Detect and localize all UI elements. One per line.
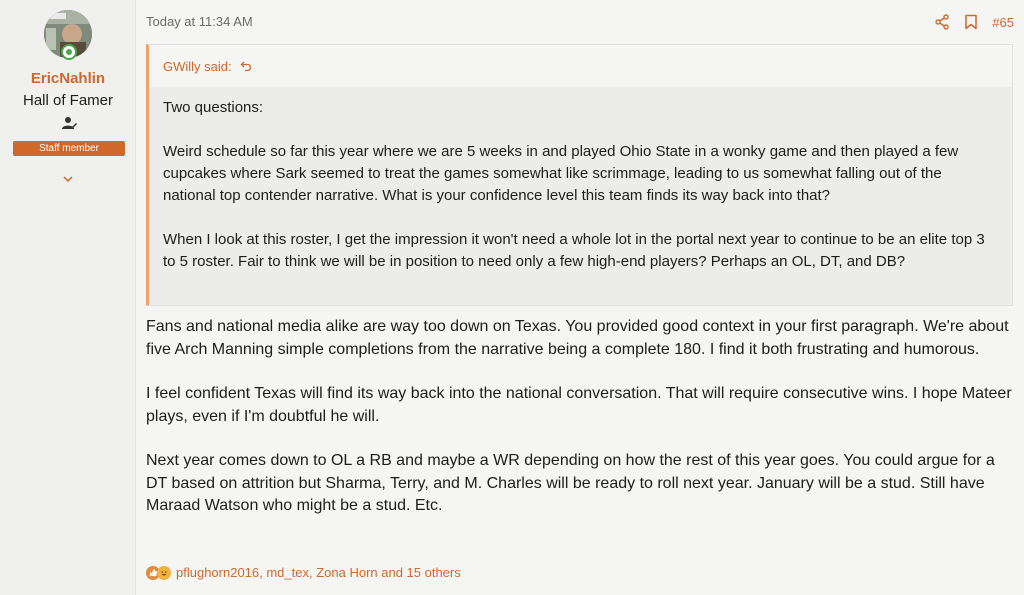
- staff-badge: Staff member: [13, 141, 125, 156]
- post-actions: #65: [934, 14, 1014, 30]
- online-status-icon: [61, 44, 77, 60]
- reply-arrow-icon[interactable]: [240, 60, 252, 72]
- user-title: Hall of Famer: [22, 92, 114, 109]
- quote-paragraph: Weird schedule so far this year where we…: [163, 143, 959, 204]
- user-column: EricNahlin Hall of Famer Staff member: [0, 0, 136, 595]
- laugh-icon: [157, 565, 171, 580]
- quote-paragraph: When I look at this roster, I get the im…: [163, 231, 985, 270]
- chevron-down-icon[interactable]: [61, 172, 75, 186]
- reaction-icons: [146, 565, 171, 580]
- post-timestamp[interactable]: Today at 11:34 AM: [146, 14, 253, 29]
- bookmark-icon[interactable]: [964, 14, 978, 30]
- share-icon[interactable]: [934, 14, 950, 30]
- post-number[interactable]: #65: [992, 15, 1014, 30]
- message-paragraph: Fans and national media alike are way to…: [146, 318, 1009, 358]
- quote-author[interactable]: GWilly said:: [163, 59, 232, 74]
- quote-paragraph: Two questions:: [163, 99, 264, 116]
- message-paragraph: I feel confident Texas will find its way…: [146, 385, 1012, 425]
- post-message: Fans and national media alike are way to…: [146, 316, 1016, 540]
- quote-header: GWilly said:: [149, 45, 1012, 87]
- username[interactable]: EricNahlin: [0, 70, 136, 87]
- quote-body: Two questions: Weird schedule so far thi…: [149, 87, 1012, 273]
- post: Today at 11:34 AM #65 GWilly said: Two q…: [136, 0, 1024, 595]
- reactions-list[interactable]: pflughorn2016, md_tex, Zona Horn and 15 …: [176, 565, 461, 580]
- message-paragraph: Next year comes down to OL a RB and mayb…: [146, 452, 995, 514]
- user-edit-icon: [62, 117, 77, 129]
- reactions-bar: pflughorn2016, md_tex, Zona Horn and 15 …: [146, 565, 461, 580]
- quote-block: GWilly said: Two questions: Weird schedu…: [146, 44, 1013, 306]
